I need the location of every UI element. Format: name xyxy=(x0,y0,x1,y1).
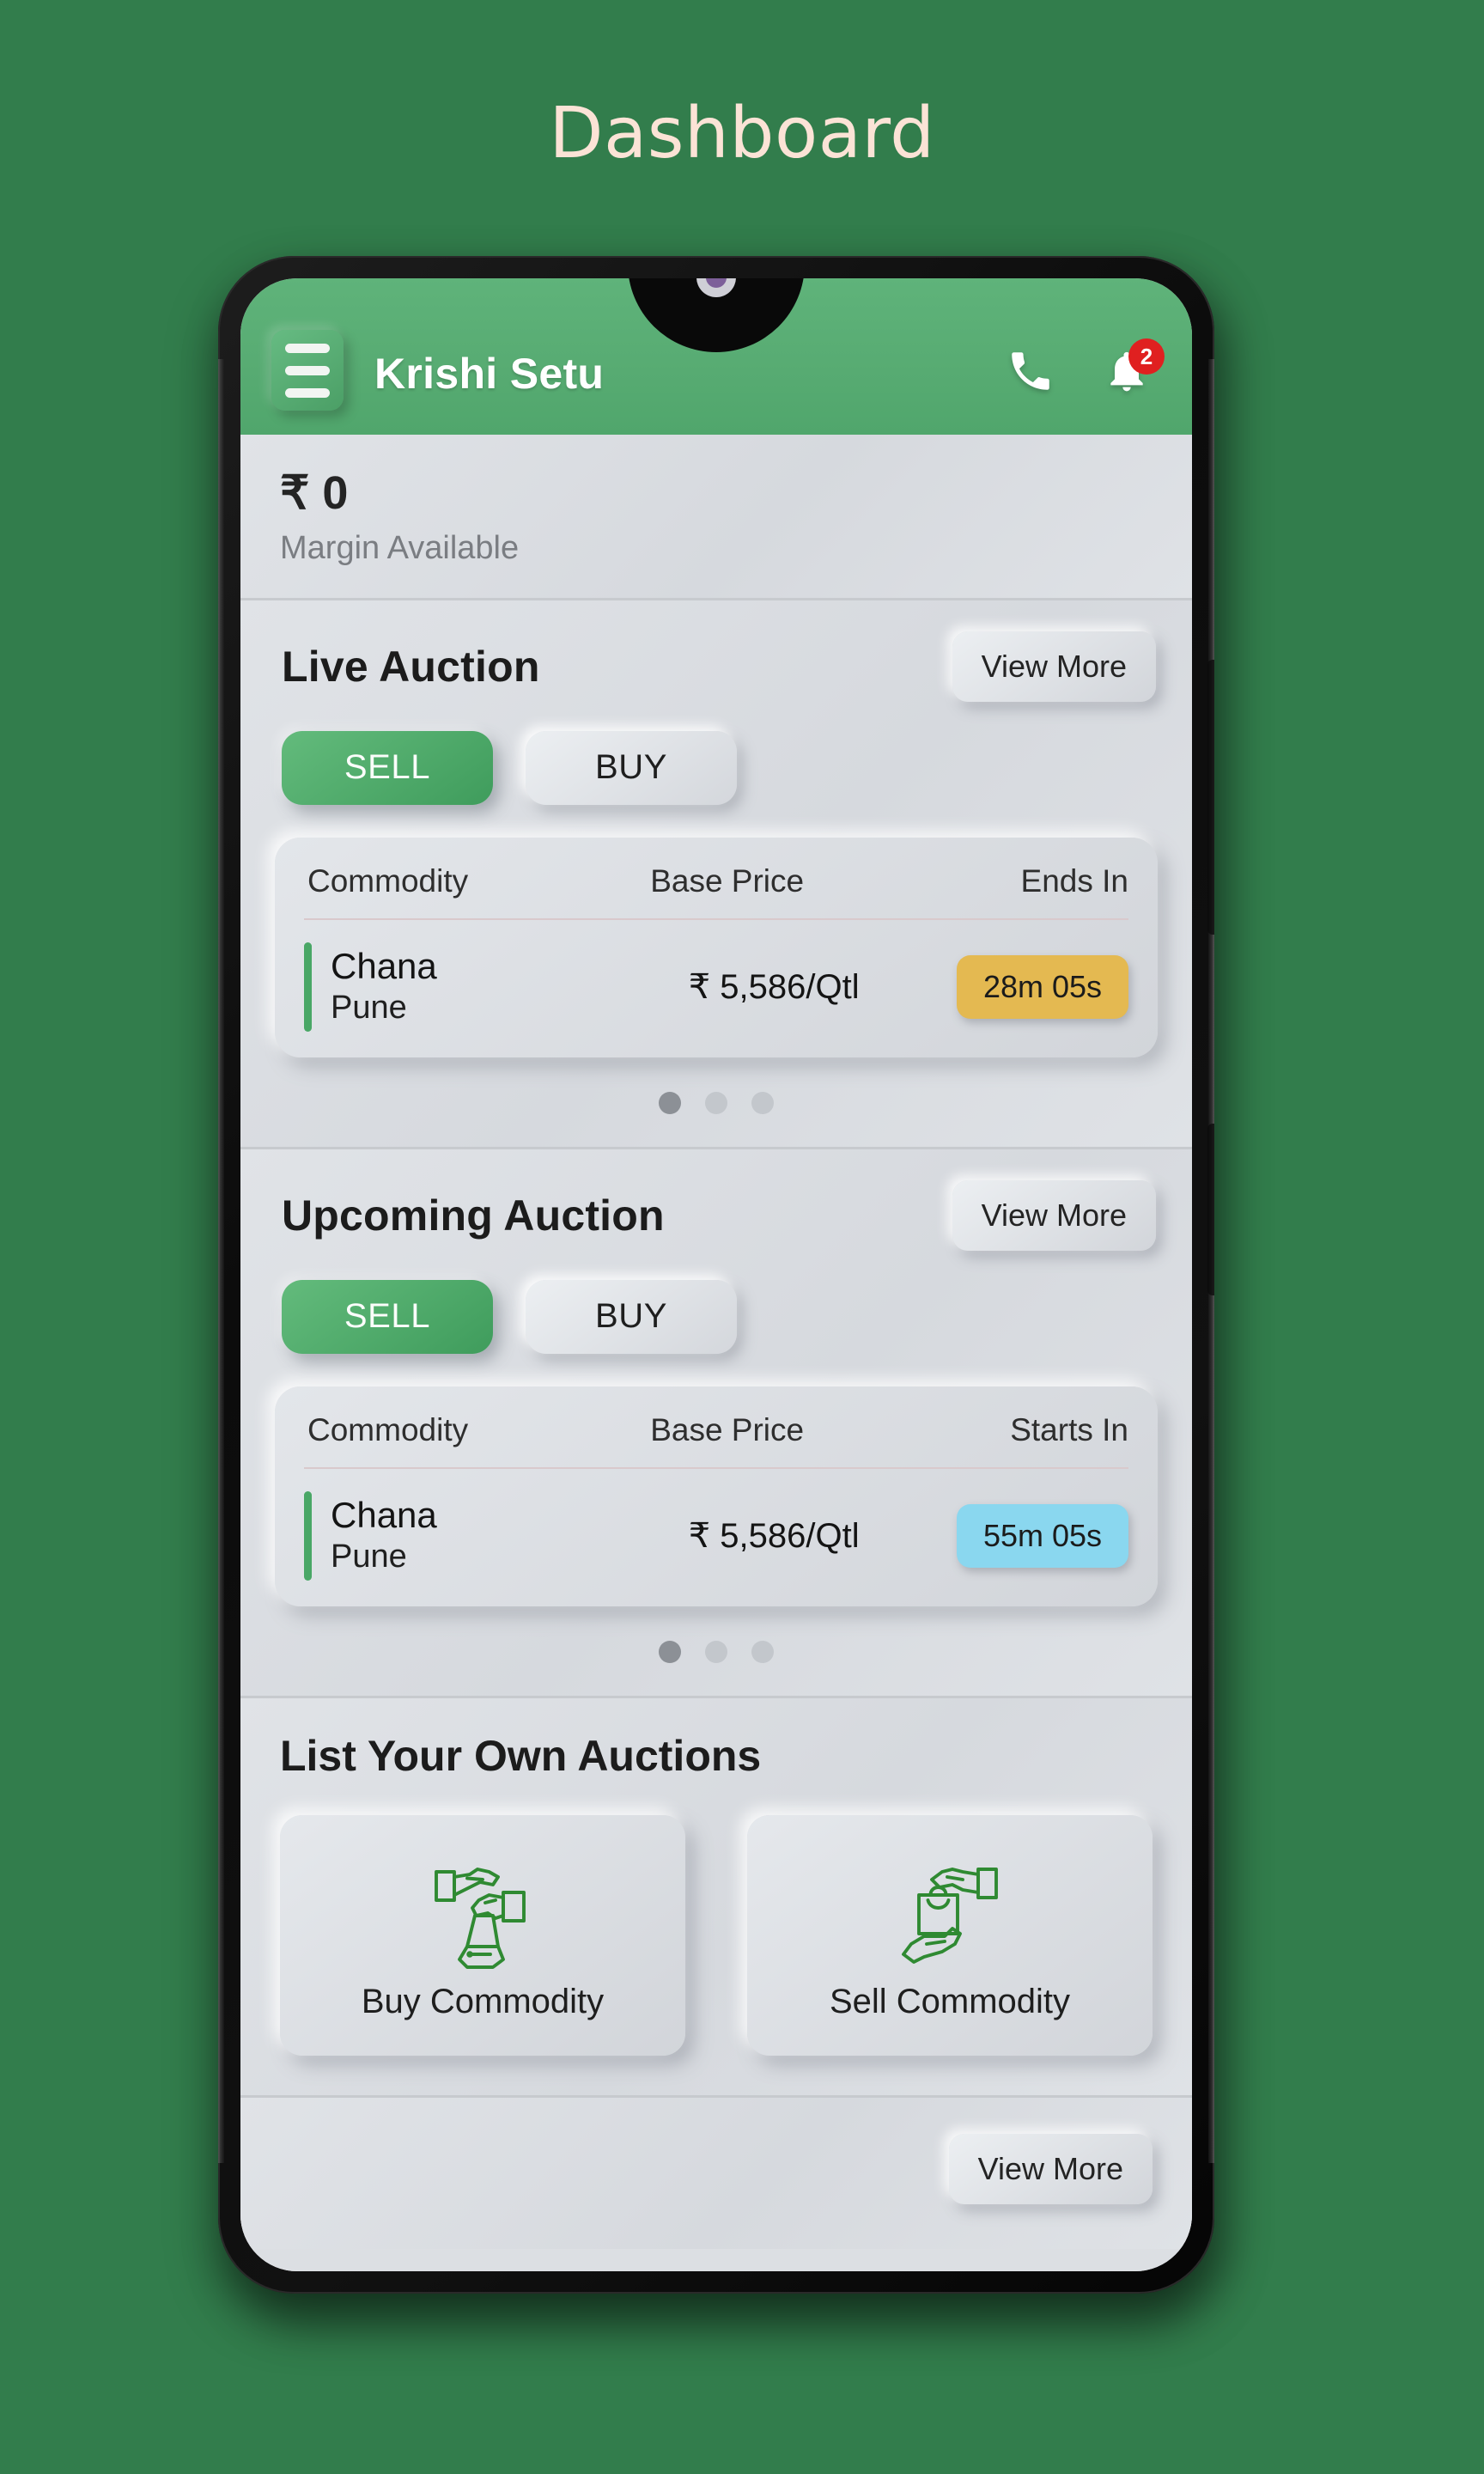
hamburger-line xyxy=(285,365,330,375)
column-header-base-price: Base Price xyxy=(650,862,805,899)
upcoming-row-time-cell: 55m 05s xyxy=(897,1503,1128,1568)
pagination-dot-1[interactable] xyxy=(659,1640,681,1663)
live-auction-view-more-button[interactable]: View More xyxy=(952,631,1156,702)
live-auction-tab-buy[interactable]: BUY xyxy=(526,730,737,805)
power-button[interactable] xyxy=(1207,1124,1214,1295)
margin-section: ₹ 0 Margin Available xyxy=(240,435,1192,598)
volume-button[interactable] xyxy=(1207,660,1214,935)
hamburger-line xyxy=(285,343,330,353)
sell-commodity-card[interactable]: Sell Commodity xyxy=(747,1814,1153,2056)
upcoming-row-commodity-text: Chana Pune xyxy=(331,1494,437,1578)
upcoming-auction-tab-sell[interactable]: SELL xyxy=(282,1279,493,1354)
phone-glyph xyxy=(1012,352,1049,390)
pagination-dot-2[interactable] xyxy=(705,1640,727,1663)
buy-commodity-card[interactable]: Buy Commodity xyxy=(280,1814,685,2056)
app-bar: Krishi Setu 2 xyxy=(240,278,1192,435)
hands-exchange-sack-icon xyxy=(418,1849,547,1977)
pagination-dot-3[interactable] xyxy=(751,1640,774,1663)
buy-commodity-label: Buy Commodity xyxy=(361,1983,605,2021)
live-row-commodity-cell: Chana Pune xyxy=(304,941,650,1032)
app-title: Krishi Setu xyxy=(374,350,605,398)
live-auction-tabs: SELL BUY xyxy=(240,702,1192,805)
page-title: Dashboard xyxy=(549,93,935,174)
live-row-ends-in-chip: 28m 05s xyxy=(957,954,1128,1019)
pagination-dot-2[interactable] xyxy=(705,1091,727,1114)
live-auction-tab-sell[interactable]: SELL xyxy=(282,730,493,805)
live-row-location: Pune xyxy=(331,990,407,1027)
live-row-commodity-text: Chana Pune xyxy=(331,945,437,1029)
list-own-auctions-section: List Your Own Auctions Buy Commodity Sel… xyxy=(240,1695,1192,2095)
live-row-base-price-cell: ₹ 5,586/Qtl xyxy=(650,967,897,1007)
upcoming-auction-table-header: Commodity Base Price Starts In xyxy=(304,1412,1128,1469)
upcoming-auction-pagination-dots[interactable] xyxy=(240,1606,1192,1696)
live-row-base-price: ₹ 5,586/Qtl xyxy=(688,967,860,1006)
column-header-commodity: Commodity xyxy=(307,1411,469,1447)
phone-icon[interactable] xyxy=(1003,344,1058,399)
live-auction-pagination-dots[interactable] xyxy=(240,1057,1192,1147)
notification-badge: 2 xyxy=(1128,338,1165,375)
upcoming-row-base-price-cell: ₹ 5,586/Qtl xyxy=(650,1516,897,1556)
margin-amount: ₹ 0 xyxy=(280,467,349,519)
pagination-dot-1[interactable] xyxy=(659,1091,681,1114)
footer-section: View More xyxy=(240,2094,1192,2249)
upcoming-auction-title: Upcoming Auction xyxy=(282,1191,665,1240)
upcoming-row-commodity-cell: Chana Pune xyxy=(304,1490,650,1581)
row-accent-bar xyxy=(304,1490,312,1581)
upcoming-auction-tabs: SELL BUY xyxy=(240,1251,1192,1354)
upcoming-row-starts-in-chip: 55m 05s xyxy=(957,1503,1128,1568)
column-header-base-price: Base Price xyxy=(650,1411,805,1447)
hamburger-line xyxy=(285,387,330,398)
margin-label: Margin Available xyxy=(280,529,520,566)
live-auction-table-header: Commodity Base Price Ends In xyxy=(304,863,1128,920)
app-content: ₹ 0 Margin Available Live Auction View M… xyxy=(240,435,1192,2271)
upcoming-row-base-price: ₹ 5,586/Qtl xyxy=(688,1516,860,1555)
upcoming-auction-card[interactable]: Commodity Base Price Starts In Chana Pun… xyxy=(275,1386,1158,1606)
column-header-commodity: Commodity xyxy=(307,862,469,899)
upcoming-row-commodity-name: Chana xyxy=(331,1494,437,1535)
sell-commodity-label: Sell Commodity xyxy=(829,1983,1071,2021)
upcoming-auction-header: Upcoming Auction View More xyxy=(240,1149,1192,1251)
live-auction-header: Live Auction View More xyxy=(240,600,1192,702)
list-own-auctions-title: List Your Own Auctions xyxy=(280,1731,762,1780)
column-header-ends-in: Ends In xyxy=(1020,862,1128,899)
live-auction-title: Live Auction xyxy=(282,642,540,691)
app-bar-actions: 2 xyxy=(1003,338,1165,411)
notifications-bell-icon[interactable]: 2 xyxy=(1099,338,1165,399)
column-header-starts-in: Starts In xyxy=(1010,1411,1128,1447)
row-accent-bar xyxy=(304,941,312,1032)
table-row[interactable]: Chana Pune ₹ 5,586/Qtl 28m 05s xyxy=(304,920,1128,1032)
list-own-auctions-cards: Buy Commodity Sell Commodity xyxy=(280,1814,1153,2056)
live-row-time-cell: 28m 05s xyxy=(897,954,1128,1019)
phone-screen: Krishi Setu 2 ₹ 0 Margin Available Live … xyxy=(240,278,1192,2271)
live-auction-section: Live Auction View More SELL BUY Commodit… xyxy=(240,597,1192,1147)
table-row[interactable]: Chana Pune ₹ 5,586/Qtl 55m 05s xyxy=(304,1469,1128,1581)
pagination-dot-3[interactable] xyxy=(751,1091,774,1114)
upcoming-auction-tab-buy[interactable]: BUY xyxy=(526,1279,737,1354)
hamburger-menu-icon[interactable] xyxy=(271,330,344,411)
hands-exchange-bag-icon xyxy=(885,1849,1014,1977)
live-auction-card[interactable]: Commodity Base Price Ends In Chana Pune xyxy=(275,837,1158,1057)
upcoming-auction-section: Upcoming Auction View More SELL BUY Comm… xyxy=(240,1146,1192,1696)
upcoming-auction-view-more-button[interactable]: View More xyxy=(952,1179,1156,1251)
upcoming-row-location: Pune xyxy=(331,1539,407,1575)
live-row-commodity-name: Chana xyxy=(331,945,437,986)
phone-device-frame: Krishi Setu 2 ₹ 0 Margin Available Live … xyxy=(218,256,1214,2294)
phone-left-rim xyxy=(218,359,224,2163)
footer-view-more-button[interactable]: View More xyxy=(948,2133,1153,2204)
